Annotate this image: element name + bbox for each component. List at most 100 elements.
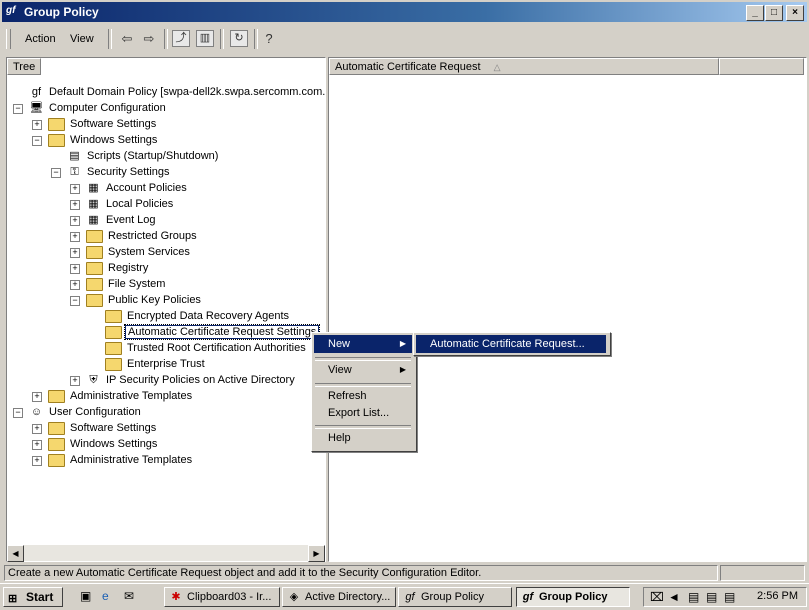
tree-node-software-settings[interactable]: Software Settings — [48, 116, 158, 132]
start-label: Start — [26, 590, 54, 604]
tree-node-ip-security-policies[interactable]: ⛨ IP Security Policies on Active Director… — [86, 372, 297, 388]
computer-icon[interactable]: ▤ — [724, 590, 735, 604]
tree-node-label: Encrypted Data Recovery Agents — [127, 310, 290, 322]
menu-item-help[interactable]: Help — [314, 429, 412, 447]
details-panel[interactable]: Automatic Certificate Request △ — [328, 57, 807, 562]
refresh-icon[interactable]: ↻ — [230, 30, 248, 47]
expand-icon[interactable]: + — [70, 216, 80, 226]
expand-icon[interactable]: + — [70, 280, 80, 290]
tree-node-account-policies[interactable]: ▦ Account Policies — [86, 180, 189, 196]
collapse-icon[interactable]: − — [51, 168, 61, 178]
menu-action[interactable]: Action — [25, 33, 56, 45]
tree-view[interactable]: gf Default Domain Policy [swpa-dell2k.swp… — [7, 80, 325, 542]
menu-view[interactable]: View — [70, 33, 94, 45]
expand-icon[interactable]: + — [70, 232, 80, 242]
tree-node-enterprise-trust[interactable]: Enterprise Trust — [105, 356, 207, 372]
toolbar-grip — [6, 29, 11, 49]
forward-icon[interactable]: ⇨ — [140, 30, 158, 47]
collapse-icon[interactable]: − — [32, 136, 42, 146]
computer-icon[interactable]: ▤ — [706, 590, 717, 604]
tree-node-administrative-templates[interactable]: Administrative Templates — [48, 452, 194, 468]
taskbar: ⊞ Start ▣ e ✉ ✱ Clipboard03 - Ir... ◈ Ac… — [0, 583, 809, 610]
column-header[interactable]: Automatic Certificate Request △ — [329, 58, 719, 75]
menu-item-new[interactable]: New ▶ — [314, 335, 412, 353]
up-one-level-icon[interactable]: ⤴ — [172, 30, 190, 47]
back-icon[interactable]: ⇦ — [118, 30, 136, 47]
tree-node-automatic-certificate-request-settings[interactable]: Automatic Certificate Request Settings — [105, 324, 321, 340]
tree-node-label: Automatic Certificate Request Settings — [123, 324, 321, 340]
task-group-policy-1[interactable]: gf Group Policy — [398, 587, 512, 607]
tree-node-local-policies[interactable]: ▦ Local Policies — [86, 196, 175, 212]
tree-tab[interactable]: Tree — [7, 58, 41, 75]
expand-icon[interactable]: + — [70, 376, 80, 386]
tree-node-windows-settings[interactable]: Windows Settings — [48, 132, 159, 148]
expand-icon[interactable]: + — [32, 440, 42, 450]
task-group-policy-label: Group Policy — [539, 591, 608, 603]
tree-node-label: Software Settings — [70, 422, 157, 434]
tree-node-system-services[interactable]: System Services — [86, 244, 192, 260]
folder-icon — [48, 421, 65, 435]
tree-node-label: Administrative Templates — [70, 454, 193, 466]
tree-node-event-log[interactable]: ▦ Event Log — [86, 212, 158, 228]
minimize-button[interactable]: _ — [746, 5, 764, 21]
tree-node-software-settings[interactable]: Software Settings — [48, 420, 158, 436]
tree-node-file-system[interactable]: File System — [86, 276, 167, 292]
maximize-button[interactable]: □ — [765, 5, 783, 21]
volume-icon[interactable]: ◄ — [668, 590, 680, 604]
pc-icon: 🖥 — [29, 101, 44, 114]
start-button[interactable]: ⊞ Start — [3, 587, 63, 607]
scroll-left-icon[interactable]: ◀ — [7, 545, 24, 562]
expand-icon[interactable]: + — [70, 248, 80, 258]
tree-node-windows-settings[interactable]: Windows Settings — [48, 436, 159, 452]
outlook-express-icon[interactable]: ✉ — [124, 589, 134, 603]
task-active-directory[interactable]: ◈ Active Directory... — [282, 587, 396, 607]
tree-node-security-settings[interactable]: ⚿ Security Settings — [67, 164, 172, 180]
help-icon[interactable]: ? — [260, 30, 278, 47]
tree-node-default-domain-policy[interactable]: gf Default Domain Policy [swpa-dell2k.swp… — [29, 84, 325, 100]
tree-node-administrative-templates[interactable]: Administrative Templates — [48, 388, 194, 404]
tree-node-trusted-root-certification-authorities[interactable]: Trusted Root Certification Authorities — [105, 340, 308, 356]
tree-panel[interactable]: Tree gf Default Domain Policy [swpa-dell2… — [6, 57, 326, 562]
horizontal-scrollbar[interactable]: ◀ ▶ — [7, 545, 325, 562]
scroll-right-icon[interactable]: ▶ — [308, 545, 325, 562]
toolbar-separator — [108, 29, 112, 49]
expand-icon[interactable]: + — [32, 120, 42, 130]
menu-item-view[interactable]: View ▶ — [314, 361, 412, 379]
collapse-icon[interactable]: − — [13, 104, 23, 114]
computer-icon[interactable]: ▤ — [688, 590, 699, 604]
network-icon[interactable]: ⌧ — [650, 590, 664, 604]
submenu-item-automatic-certificate-request[interactable]: Automatic Certificate Request... — [416, 335, 606, 353]
show-desktop-icon[interactable]: ▣ — [80, 589, 91, 603]
tree-node-scripts[interactable]: ▤ Scripts (Startup/Shutdown) — [67, 148, 220, 164]
clipboard-icon: ✱ — [171, 591, 181, 603]
menu-item-export-list[interactable]: Export List... — [314, 404, 412, 422]
task-clipboard-label: Clipboard03 - Ir... — [187, 591, 272, 603]
collapse-icon[interactable]: − — [70, 296, 80, 306]
expand-icon[interactable]: + — [70, 264, 80, 274]
group-policy-icon: gf — [522, 591, 534, 603]
collapse-icon[interactable]: − — [13, 408, 23, 418]
expand-icon[interactable]: + — [32, 424, 42, 434]
title-bar[interactable]: gf Group Policy _ □ × — [2, 2, 807, 22]
show-hide-tree-icon[interactable]: ▥ — [196, 30, 214, 47]
tree-node-restricted-groups[interactable]: Restricted Groups — [86, 228, 199, 244]
tree-node-registry[interactable]: Registry — [86, 260, 150, 276]
tree-node-label: Software Settings — [70, 118, 157, 130]
task-clipboard[interactable]: ✱ Clipboard03 - Ir... — [164, 587, 280, 607]
ipsec-icon: ⛨ — [89, 373, 98, 386]
clock: 2:56 PM — [757, 590, 798, 602]
expand-icon[interactable]: + — [70, 184, 80, 194]
tree-node-label: Enterprise Trust — [127, 358, 205, 370]
tree-node-encrypted-data-recovery-agents[interactable]: Encrypted Data Recovery Agents — [105, 308, 291, 324]
close-button[interactable]: × — [786, 5, 804, 21]
expand-icon[interactable]: + — [32, 456, 42, 466]
tree-node-user-configuration[interactable]: ☺ User Configuration — [29, 404, 143, 420]
tree-node-computer-configuration[interactable]: 🖥 Computer Configuration — [29, 100, 168, 116]
internet-explorer-icon[interactable]: e — [102, 589, 109, 603]
expand-icon[interactable]: + — [70, 200, 80, 210]
menu-item-refresh[interactable]: Refresh — [314, 387, 412, 405]
expand-icon[interactable]: + — [32, 392, 42, 402]
task-group-policy-2[interactable]: gf Group Policy — [516, 587, 630, 607]
folder-icon — [86, 293, 103, 307]
tree-node-public-key-policies[interactable]: Public Key Policies — [86, 292, 203, 308]
